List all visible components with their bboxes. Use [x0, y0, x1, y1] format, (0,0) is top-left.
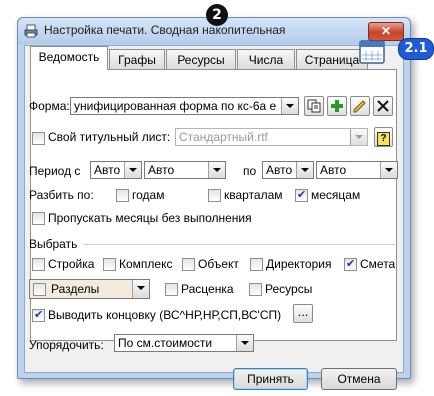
edit-form-button[interactable] [350, 96, 370, 116]
printer-icon [24, 24, 38, 38]
ending-label: Выводить концовку (ВС^НР,НР,СП,ВС'СП) [48, 308, 282, 322]
select-smeta-label: Смета [360, 257, 396, 271]
form-select-value: унифицированная форма по кс-6а е [74, 99, 277, 113]
copy-form-button[interactable] [304, 96, 324, 116]
title-page-checkbox[interactable] [32, 132, 45, 145]
period-from-label: Период с [29, 164, 81, 178]
select-kompleks-checkbox[interactable] [103, 258, 116, 271]
select-resources-checkbox[interactable] [249, 283, 262, 296]
form-select[interactable]: унифицированная форма по кс-6а е [70, 97, 299, 115]
form-label: Форма: [29, 99, 70, 113]
select-stroyka-label: Стройка [48, 257, 95, 271]
title-page-select: Стандартный.rtf [175, 128, 368, 146]
sections-select[interactable]: Разделы [29, 279, 150, 299]
question-icon: ? [377, 132, 390, 146]
annotation-marker-2-1: 2.1 [398, 38, 434, 60]
select-direktoriya-checkbox[interactable] [250, 258, 263, 271]
chevron-down-icon [296, 162, 313, 178]
order-label: Упорядочить: [29, 338, 104, 352]
calendar-icon [359, 40, 385, 64]
split-months-label: месяцам [311, 188, 361, 202]
period-from-select-1[interactable]: Авто [90, 161, 142, 179]
select-obekt-checkbox[interactable] [182, 258, 195, 271]
dialog-body: Ведомость Графы Ресурсы Числа Страница Ф… [24, 45, 404, 390]
period-to-select-1[interactable]: Авто [262, 161, 314, 179]
chevron-down-icon [132, 280, 149, 298]
order-select[interactable]: По см.стоимости [114, 334, 254, 352]
select-group-heading: Выбрать [29, 237, 78, 251]
title-page-label: Свой титульный лист: [48, 130, 171, 144]
chevron-down-icon [350, 129, 367, 145]
split-months-checkbox[interactable] [295, 188, 308, 202]
tab-chisla[interactable]: Числа [237, 49, 295, 70]
period-to-value-2: Авто [320, 163, 347, 177]
group-divider [83, 244, 395, 246]
period-from-value-1: Авто [94, 163, 121, 177]
annotation-marker-2: 2 [206, 4, 228, 26]
cancel-button[interactable]: Отмена [321, 368, 397, 390]
close-icon: ✕ [380, 24, 392, 38]
split-quarters-checkbox[interactable] [208, 189, 221, 202]
add-form-button[interactable] [327, 96, 347, 116]
order-select-value: По см.стоимости [118, 336, 213, 350]
chevron-down-icon [124, 162, 141, 178]
select-stroyka-checkbox[interactable] [32, 258, 45, 271]
title-page-select-value: Стандартный.rtf [179, 130, 268, 144]
period-to-select-2[interactable]: Авто [316, 161, 398, 179]
sections-checkbox[interactable] [33, 283, 46, 296]
calendar-button[interactable] [358, 37, 388, 65]
period-to-value-1: Авто [266, 163, 293, 177]
chevron-down-icon [208, 162, 225, 178]
select-smeta-checkbox[interactable] [344, 257, 357, 271]
tab-vedomost[interactable]: Ведомость [30, 46, 108, 70]
period-from-select-2[interactable]: Авто [144, 161, 226, 179]
delete-x-icon [377, 100, 389, 112]
period-to-label: по [243, 164, 257, 178]
period-from-value-2: Авто [148, 163, 175, 177]
select-rate-label: Расценка [181, 282, 234, 296]
delete-form-button[interactable] [373, 96, 393, 116]
tab-resursy[interactable]: Ресурсы [166, 49, 236, 70]
select-obekt-label: Объект [198, 257, 239, 271]
pencil-icon [353, 100, 366, 113]
tab-grafy[interactable]: Графы [109, 49, 165, 70]
help-button[interactable]: ? [374, 127, 393, 147]
accept-button[interactable]: Принять [233, 368, 308, 390]
split-label: Разбить по: [29, 188, 94, 202]
split-quarters-label: кварталам [224, 188, 283, 202]
chevron-down-icon [281, 98, 298, 114]
copy-icon [307, 99, 321, 113]
select-resources-label: Ресурсы [265, 282, 313, 296]
select-rate-checkbox[interactable] [165, 283, 178, 296]
select-direktoriya-label: Директория [266, 257, 332, 271]
split-years-label: годам [132, 188, 165, 202]
print-settings-dialog: Настройка печати. Сводная накопительная … [17, 17, 411, 390]
sections-label: Разделы [51, 282, 100, 296]
chevron-down-icon [380, 162, 397, 178]
window-title: Настройка печати. Сводная накопительная [44, 23, 286, 37]
chevron-down-icon [236, 335, 253, 351]
ending-options-button[interactable]: ... [293, 304, 313, 323]
select-kompleks-label: Комплекс [119, 257, 173, 271]
plus-icon [331, 100, 343, 112]
split-years-checkbox[interactable] [116, 189, 129, 202]
ending-checkbox[interactable] [32, 308, 45, 322]
skip-months-checkbox[interactable] [32, 212, 45, 225]
skip-months-label: Пропускать месяцы без выполнения [48, 211, 252, 225]
